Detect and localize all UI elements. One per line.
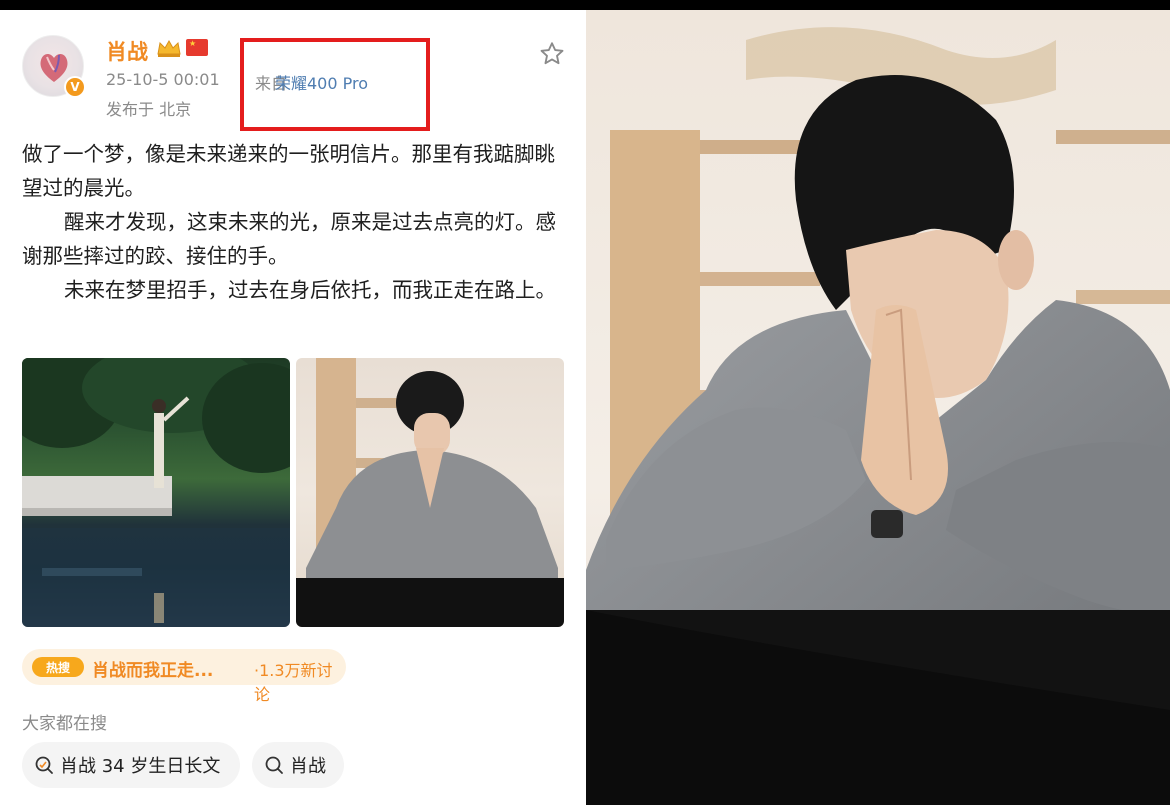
- username[interactable]: 肖战: [106, 36, 148, 66]
- star-icon[interactable]: [538, 40, 566, 68]
- post-location: 发布于 北京: [106, 100, 192, 119]
- crown-icon: [157, 39, 181, 57]
- hot-search-badge: 热搜: [32, 657, 84, 677]
- search-chip-birthday[interactable]: 肖战 34 岁生日长文: [22, 742, 240, 788]
- weibo-post-panel: V 肖战 25-10-5 00:01 来自 荣耀400 Pro 发布于 北京 做…: [0, 10, 586, 805]
- everyone-searching-heading: 大家都在搜: [22, 714, 107, 734]
- birthday-search-icon: [35, 756, 53, 774]
- verified-badge: V: [64, 76, 86, 98]
- enlarged-photo[interactable]: [586, 10, 1170, 805]
- praying-portrait-photo: [296, 358, 564, 627]
- praying-portrait-large: [586, 10, 1170, 805]
- china-flag-icon: [186, 39, 208, 56]
- post-timestamp: 25-10-5 00:01: [106, 70, 220, 89]
- search-chip-name[interactable]: 肖战: [252, 742, 344, 788]
- post-paragraph: 未来在梦里招手，过去在身后依托，而我正走在路上。: [64, 278, 556, 302]
- hot-search-topic: 肖战而我正走...: [92, 661, 214, 681]
- post-paragraph: 做了一个梦，像是未来递来的一张明信片。那里有我踮脚眺望过的晨光。: [22, 142, 555, 200]
- post-image-2[interactable]: [296, 358, 564, 627]
- hot-search-tag[interactable]: 热搜 肖战而我正走... ·1.3万新讨论: [22, 649, 346, 704]
- post-body: 做了一个梦，像是未来递来的一张明信片。那里有我踮脚眺望过的晨光。 醒来才发现，这…: [22, 137, 567, 307]
- search-chip-label: 肖战 34 岁生日长文: [60, 756, 221, 777]
- search-chip-label: 肖战: [290, 756, 326, 777]
- lakeside-photo: [22, 358, 290, 627]
- post-paragraph: 醒来才发现，这束未来的光，原来是过去点亮的灯。感谢那些摔过的跤、接住的手。: [22, 210, 556, 268]
- highlight-box: [240, 38, 430, 131]
- post-image-1[interactable]: [22, 358, 290, 627]
- hot-search-count: ·1.3万新讨论: [254, 661, 333, 704]
- top-bar: [0, 0, 1170, 10]
- search-icon: [265, 756, 283, 774]
